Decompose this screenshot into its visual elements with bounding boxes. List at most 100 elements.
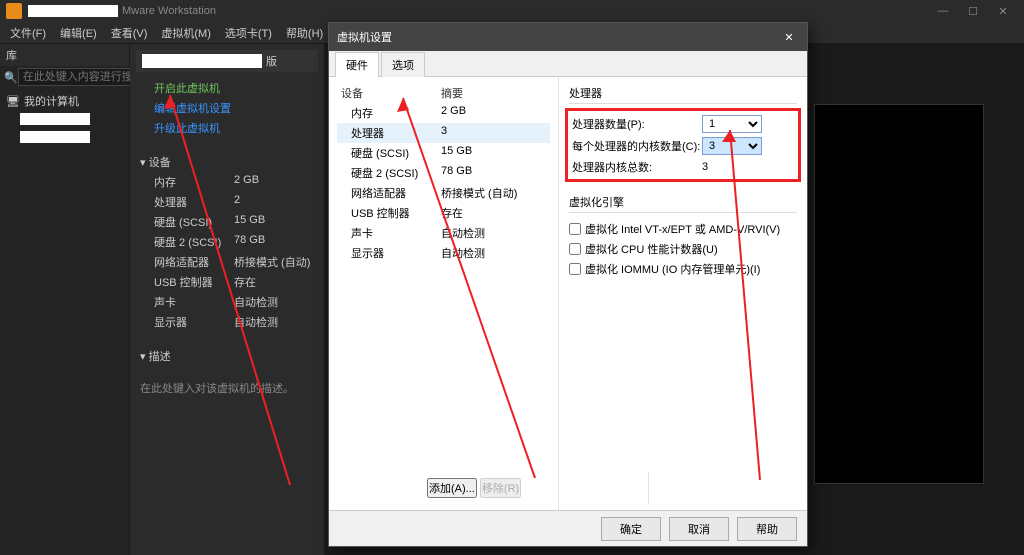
dialog-close-button[interactable]: ✕ [779,31,799,44]
device-row[interactable]: 硬盘 2 (SCSI)78 GB [136,232,318,252]
device-row[interactable]: 硬盘 (SCSI)15 GB [136,212,318,232]
minimize-button[interactable]: — [928,5,958,17]
menu-vm[interactable]: 虚拟机(M) [157,23,215,43]
device-label: 硬盘 (SCSI) [154,214,234,230]
add-device-button[interactable]: 添加(A)... [427,478,477,498]
search-icon: 🔍 [4,71,18,84]
processor-group-label: 处理器 [569,85,797,104]
hardware-list-row[interactable]: 声卡自动检测 [337,223,550,243]
app-title: Mware Workstation [122,5,216,17]
device-value: 2 [234,194,240,210]
cores-per-proc-select[interactable]: 3 [702,137,762,155]
tab-hardware[interactable]: 硬件 [335,52,379,77]
tab-options[interactable]: 选项 [381,52,425,77]
menu-view[interactable]: 查看(V) [107,23,152,43]
virt-cpu-perf-checkbox[interactable]: 虚拟化 CPU 性能计数器(U) [569,239,797,259]
annotation-red-box: 处理器数量(P): 1 每个处理器的内核数量(C): 3 处理器内核总数: 3 [565,108,801,182]
device-value: 桥接模式 (自动) [234,254,310,270]
device-row[interactable]: 内存2 GB [136,172,318,192]
device-value: 15 GB [234,214,265,230]
tree-item-redacted [20,113,90,125]
col-summary: 摘要 [441,85,463,101]
hw-label: USB 控制器 [351,205,441,221]
maximize-button[interactable]: ☐ [958,5,988,18]
vm-detail-panel: 版 开启此虚拟机 编辑虚拟机设置 升级此虚拟机 ▾ 设备 内存2 GB处理器2硬… [130,44,325,555]
hw-value: 78 GB [441,165,472,181]
hardware-list-row[interactable]: 显示器自动检测 [337,243,550,263]
vm-monitor-thumbnail[interactable] [814,104,984,484]
menu-tabs[interactable]: 选项卡(T) [221,23,276,43]
hw-label: 网络适配器 [351,185,441,201]
menu-file[interactable]: 文件(F) [6,23,50,43]
device-value: 自动检测 [234,314,278,330]
num-processors-select[interactable]: 1 [702,115,762,133]
virt-vt-checkbox[interactable]: 虚拟化 Intel VT-x/EPT 或 AMD-V/RVI(V) [569,219,797,239]
power-on-link[interactable]: 开启此虚拟机 [136,78,318,98]
device-row[interactable]: 网络适配器桥接模式 (自动) [136,252,318,272]
hardware-list-row[interactable]: 处理器3 [337,123,550,143]
device-label: 内存 [154,174,234,190]
computer-icon: 🖥 [6,95,20,108]
device-label: 显示器 [154,314,234,330]
device-value: 78 GB [234,234,265,250]
device-value: 2 GB [234,174,259,190]
hw-value: 桥接模式 (自动) [441,185,517,201]
device-label: 声卡 [154,294,234,310]
devices-section: ▾ 设备 内存2 GB处理器2硬盘 (SCSI)15 GB硬盘 2 (SCSI)… [136,152,318,332]
menu-help[interactable]: 帮助(H) [282,23,327,43]
vm-tab[interactable]: 版 [136,50,318,72]
tree-vm-item[interactable] [6,128,123,146]
tree-vm-item[interactable] [6,110,123,128]
total-cores-value: 3 [702,161,708,173]
cores-per-proc-label: 每个处理器的内核数量(C): [572,138,702,154]
device-label: 网络适配器 [154,254,234,270]
cancel-button[interactable]: 取消 [669,517,729,541]
device-label: 处理器 [154,194,234,210]
upgrade-vm-link[interactable]: 升级此虚拟机 [136,118,318,138]
num-processors-label: 处理器数量(P): [572,116,702,132]
device-list-pane: 设备 摘要 内存2 GB处理器3硬盘 (SCSI)15 GB硬盘 2 (SCSI… [329,77,559,510]
library-header: 库 [0,44,129,66]
tree-root[interactable]: 🖥 我的计算机 [6,92,123,110]
dialog-titlebar: 虚拟机设置 ✕ [329,23,807,51]
device-row[interactable]: USB 控制器存在 [136,272,318,292]
tree-root-label: 我的计算机 [24,93,79,109]
remove-device-button[interactable]: 移除(R) [480,478,521,498]
device-row[interactable]: 处理器2 [136,192,318,212]
hw-label: 硬盘 2 (SCSI) [351,165,441,181]
hardware-list-row[interactable]: 硬盘 2 (SCSI)78 GB [337,163,550,183]
hw-value: 存在 [441,205,463,221]
virt-engine-group-label: 虚拟化引擎 [569,194,797,213]
vm-tab-suffix: 版 [266,53,277,69]
ok-button[interactable]: 确定 [601,517,661,541]
dialog-title: 虚拟机设置 [337,29,392,45]
help-button[interactable]: 帮助 [737,517,797,541]
hardware-list-row[interactable]: 硬盘 (SCSI)15 GB [337,143,550,163]
tree-item-redacted [20,131,90,143]
hw-label: 声卡 [351,225,441,241]
hw-label: 显示器 [351,245,441,261]
title-redacted [28,5,118,17]
close-button[interactable]: ✕ [988,5,1018,18]
device-row[interactable]: 显示器自动检测 [136,312,318,332]
virt-iommu-checkbox[interactable]: 虚拟化 IOMMU (IO 内存管理单元)(I) [569,259,797,279]
library-panel: 库 🔍 🖥 我的计算机 [0,44,130,555]
devices-header: ▾ 设备 [136,152,318,172]
hw-value: 自动检测 [441,225,485,241]
device-label: USB 控制器 [154,274,234,290]
edit-settings-link[interactable]: 编辑虚拟机设置 [136,98,318,118]
menu-edit[interactable]: 编辑(E) [56,23,101,43]
hw-label: 硬盘 (SCSI) [351,145,441,161]
hardware-list-row[interactable]: 内存2 GB [337,103,550,123]
description-placeholder[interactable]: 在此处键入对该虚拟机的描述。 [136,380,318,396]
hw-value: 15 GB [441,145,472,161]
device-label: 硬盘 2 (SCSI) [154,234,234,250]
description-header: ▾ 描述 [136,346,318,366]
hardware-list-row[interactable]: USB 控制器存在 [337,203,550,223]
hw-value: 自动检测 [441,245,485,261]
vm-name-redacted [142,54,262,68]
hardware-list-row[interactable]: 网络适配器桥接模式 (自动) [337,183,550,203]
hw-label: 处理器 [351,125,441,141]
hw-value: 2 GB [441,105,466,121]
device-row[interactable]: 声卡自动检测 [136,292,318,312]
